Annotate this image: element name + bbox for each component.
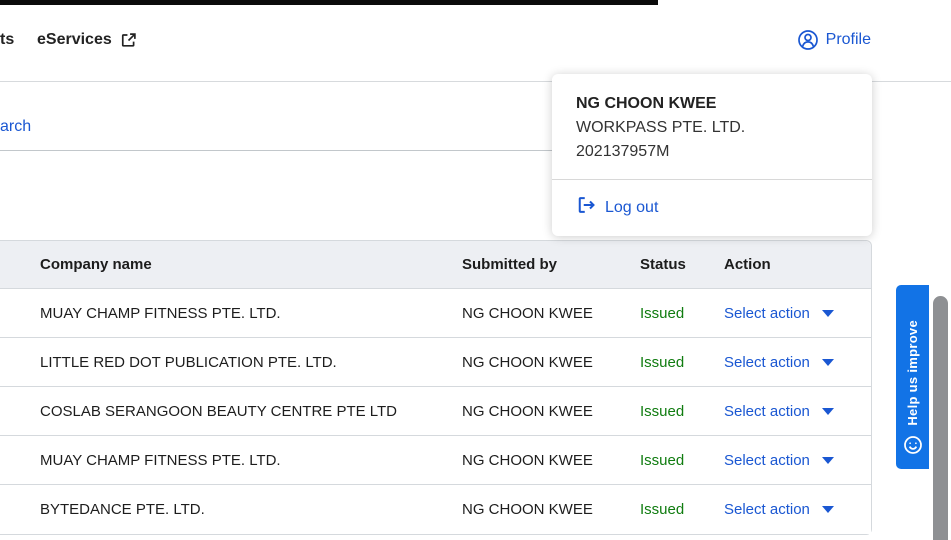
select-action-button[interactable]: Select action — [724, 403, 834, 420]
status-badge: Issued — [640, 451, 685, 469]
header-action: Action — [724, 256, 771, 273]
submitted-by-cell: NG CHOON KWEE — [462, 501, 593, 518]
nav-eservices-label: eServices — [37, 31, 112, 48]
user-name: NG CHOON KWEE — [576, 95, 717, 112]
submitted-by-cell: NG CHOON KWEE — [462, 304, 593, 322]
chevron-down-icon — [821, 407, 834, 415]
status-badge: Issued — [640, 501, 685, 518]
select-action-button[interactable]: Select action — [724, 452, 834, 469]
company-name-cell: LITTLE RED DOT PUBLICATION PTE. LTD. — [40, 353, 337, 371]
results-table: Company name Submitted by Status Action … — [0, 240, 872, 535]
chevron-down-icon — [821, 506, 834, 513]
profile-info-block: NG CHOON KWEE WORKPASS PTE. LTD. 2021379… — [552, 74, 872, 179]
nav-item-clipped[interactable]: ts — [0, 31, 14, 49]
user-uen: 202137957M — [576, 143, 670, 160]
logout-label: Log out — [605, 198, 659, 216]
vertical-scrollbar-thumb[interactable] — [933, 296, 948, 540]
status-badge: Issued — [640, 353, 685, 371]
table-row: COSLAB SERANGOON BEAUTY CENTRE PTE LTD N… — [0, 387, 871, 436]
select-action-button[interactable]: Select action — [724, 501, 834, 518]
logout-icon — [576, 195, 596, 220]
select-action-label: Select action — [724, 451, 810, 469]
page: ts eServices Profile arch NG CHOON KWEE … — [0, 0, 951, 540]
nav-item-clipped-label: ts — [0, 31, 15, 48]
select-action-button[interactable]: Select action — [724, 305, 834, 322]
table-row: MUAY CHAMP FITNESS PTE. LTD. NG CHOON KW… — [0, 436, 871, 485]
table-header-row: Company name Submitted by Status Action — [0, 241, 871, 289]
chevron-down-icon — [821, 358, 834, 366]
tab-link-clipped[interactable]: arch — [0, 118, 31, 136]
profile-label: Profile — [825, 31, 871, 48]
feedback-tab[interactable]: Help us improve — [896, 285, 929, 469]
company-name-cell: COSLAB SERANGOON BEAUTY CENTRE PTE LTD — [40, 402, 398, 420]
profile-menu-button[interactable]: Profile — [797, 29, 871, 51]
company-name-cell: BYTEDANCE PTE. LTD. — [40, 501, 205, 518]
status-badge: Issued — [640, 402, 685, 420]
header-submitted-by: Submitted by — [462, 256, 558, 273]
select-action-label: Select action — [724, 501, 810, 518]
select-action-button[interactable]: Select action — [724, 354, 834, 371]
tab-link-clipped-label: arch — [0, 118, 32, 135]
header-status: Status — [640, 256, 686, 273]
company-name-cell: MUAY CHAMP FITNESS PTE. LTD. — [40, 451, 281, 469]
status-badge: Issued — [640, 304, 685, 322]
submitted-by-cell: NG CHOON KWEE — [462, 451, 593, 469]
company-name-cell: MUAY CHAMP FITNESS PTE. LTD. — [40, 304, 281, 322]
select-action-label: Select action — [724, 304, 810, 322]
submitted-by-cell: NG CHOON KWEE — [462, 402, 593, 420]
submitted-by-cell: NG CHOON KWEE — [462, 353, 593, 371]
external-link-icon — [120, 32, 137, 49]
table-row: BYTEDANCE PTE. LTD. NG CHOON KWEE Issued… — [0, 485, 871, 534]
select-action-label: Select action — [724, 402, 810, 420]
top-navigation: ts eServices Profile — [0, 5, 951, 82]
chevron-down-icon — [821, 309, 834, 317]
profile-dropdown-panel: NG CHOON KWEE WORKPASS PTE. LTD. 2021379… — [552, 74, 872, 236]
table-row: MUAY CHAMP FITNESS PTE. LTD. NG CHOON KW… — [0, 289, 871, 338]
smiley-icon — [903, 435, 923, 460]
chevron-down-icon — [821, 456, 834, 464]
user-company: WORKPASS PTE. LTD. — [576, 119, 746, 136]
profile-icon — [797, 29, 819, 51]
header-company-name: Company name — [40, 256, 152, 273]
logout-button[interactable]: Log out — [552, 180, 872, 236]
feedback-label: Help us improve — [905, 320, 920, 426]
select-action-label: Select action — [724, 353, 810, 371]
table-row: LITTLE RED DOT PUBLICATION PTE. LTD. NG … — [0, 338, 871, 387]
nav-item-eservices[interactable]: eServices — [37, 31, 137, 49]
